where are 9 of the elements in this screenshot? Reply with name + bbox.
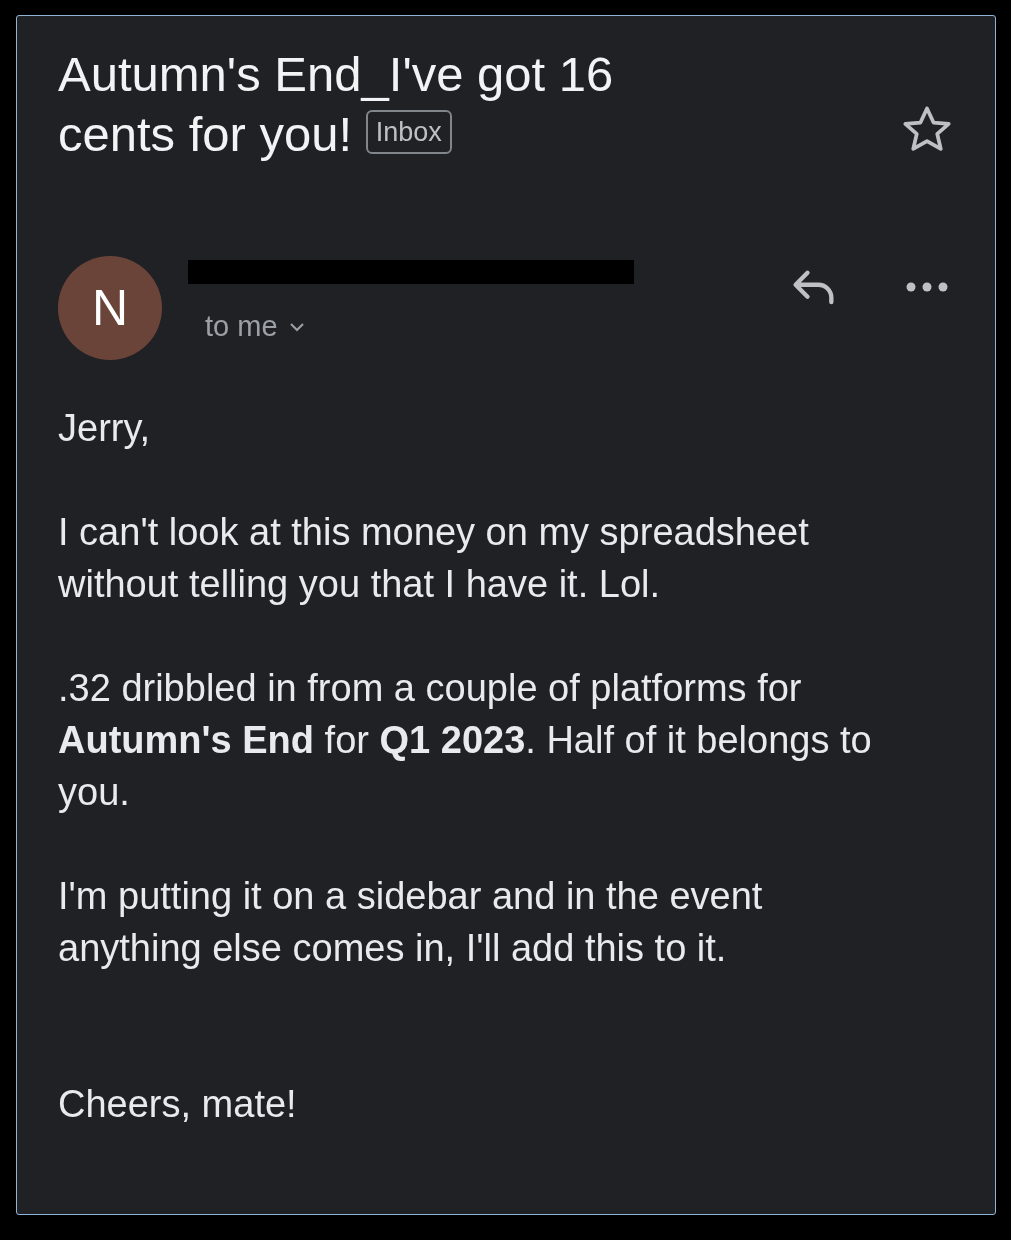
email-subject: Autumn's End_I've got 16 cents for you! Inbox	[58, 46, 615, 163]
signoff-text: Cheers, mate!	[58, 1082, 298, 1127]
avatar: N	[58, 256, 162, 360]
recipient-toggle[interactable]: to me	[205, 310, 306, 343]
body-paragraph: .32 dribbled in from a couple of platforms for Autumn's End for Q1 2023. Half of it belongs to you.	[58, 666, 873, 815]
body-paragraph: Jerry,	[58, 406, 152, 451]
body-paragraph: I'm putting it on a sidebar and in the event anything else comes in, I'll add this to it.	[58, 874, 764, 971]
inbox-label[interactable]: Inbox	[365, 110, 452, 155]
body-paragraph: I can't look at this money on my spreadsheet without telling you that I have it. Lol.	[58, 510, 810, 607]
